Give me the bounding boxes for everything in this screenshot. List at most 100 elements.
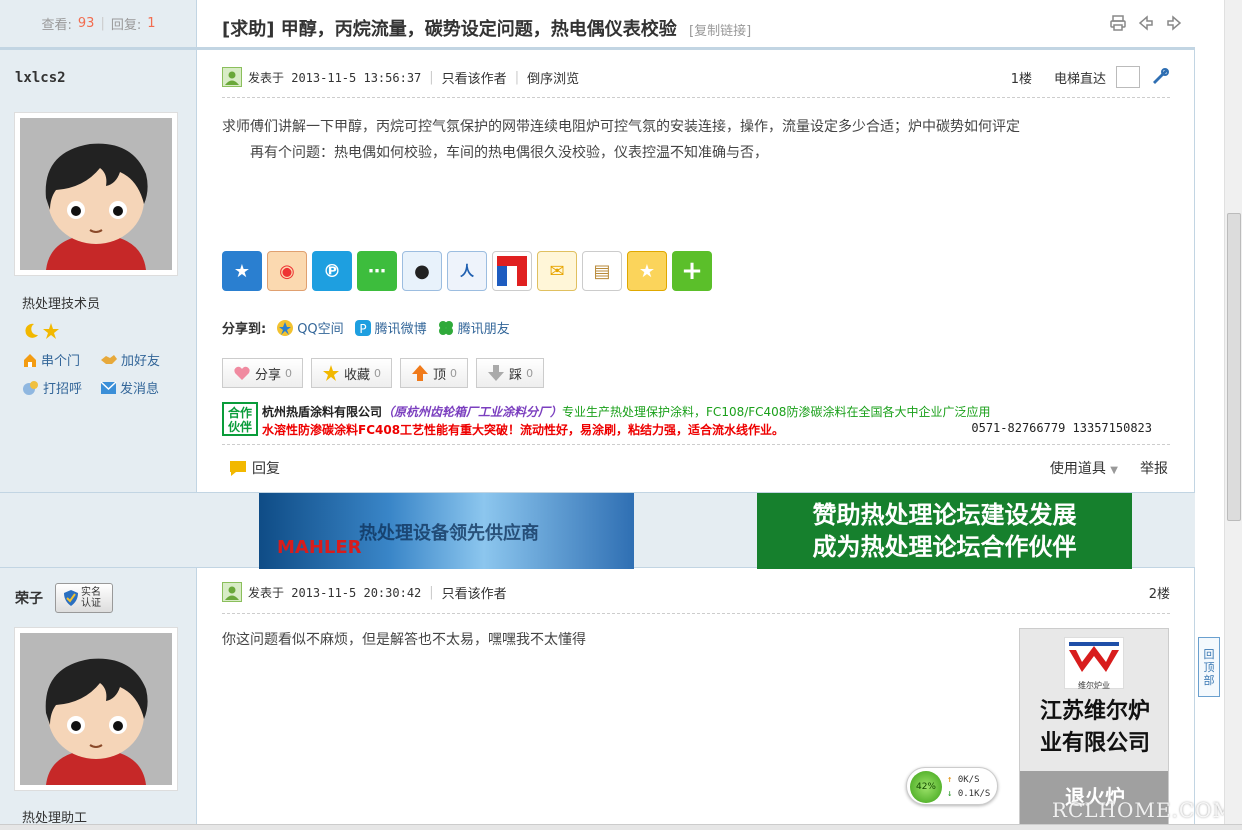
qq-icon[interactable]: ● bbox=[402, 251, 442, 291]
weier-company: 江苏维尔炉 业有限公司 bbox=[1020, 695, 1168, 759]
weier-company-line1: 江苏维尔炉 bbox=[1039, 698, 1150, 724]
post2-floor[interactable]: 2楼 bbox=[1149, 583, 1170, 602]
greet-link[interactable]: 打招呼 bbox=[22, 378, 82, 397]
partner-ad[interactable]: 合作伙伴 杭州热盾涂料有限公司（原杭州齿轮箱厂工业涂料分厂）专业生产热处理保护涂… bbox=[222, 402, 1167, 438]
downvote-button[interactable]: 踩 0 bbox=[476, 358, 545, 388]
tweibo-small-icon: P bbox=[354, 319, 371, 336]
post1-header-right: 1楼 电梯直达 bbox=[1011, 66, 1170, 88]
elevator-input[interactable] bbox=[1116, 66, 1140, 88]
upvote-count: 0 bbox=[450, 366, 458, 380]
ad-band: 热处理设备领先供应商 MAHLER 赞助热处理论坛建设发展 成为热处理论坛合作伙… bbox=[0, 492, 1195, 569]
share-tweibo-link[interactable]: P 腾讯微博 bbox=[354, 318, 427, 337]
reverse-order-link[interactable]: 倒序浏览 bbox=[527, 68, 579, 87]
upload-arrow-icon: ↑ bbox=[947, 775, 953, 785]
next-thread-icon[interactable] bbox=[1165, 14, 1183, 32]
partner-desc: 专业生产热处理保护涂料，FC108/FC408防渗碳涂料在全国各大中企业广泛应用 bbox=[562, 405, 991, 419]
friends-door-link[interactable]: 串个门 bbox=[22, 350, 80, 369]
handshake-icon bbox=[101, 354, 117, 364]
renren-icon[interactable]: 人 bbox=[447, 251, 487, 291]
svg-text:P: P bbox=[359, 322, 366, 336]
post1-floor[interactable]: 1楼 bbox=[1011, 68, 1032, 87]
share-count: 0 bbox=[285, 366, 293, 380]
thread-title: [求助] 甲醇，丙烷流量，碳势设定问题，热电偶仪表校验 [复制链接] bbox=[222, 15, 751, 41]
reply-link[interactable]: 回复 bbox=[228, 458, 280, 478]
site-watermark: RCLHOME.COM bbox=[1051, 798, 1234, 822]
favorite-count: 0 bbox=[374, 366, 382, 380]
divider: | bbox=[429, 69, 434, 85]
greet-icon bbox=[23, 380, 38, 395]
wrench-icon[interactable] bbox=[1150, 67, 1170, 87]
online-status-icon bbox=[222, 67, 242, 87]
favorite-button[interactable]: 收藏 0 bbox=[311, 358, 393, 388]
mahler-brand: MAHLER bbox=[277, 537, 362, 558]
send-message-label: 发消息 bbox=[120, 382, 160, 397]
chevron-down-icon: ▼ bbox=[1110, 465, 1118, 476]
partner-company: 杭州热盾涂料有限公司 bbox=[262, 405, 383, 419]
divider: | bbox=[514, 69, 520, 85]
thread-stats: 查看: 93 | 回复: 1 bbox=[0, 0, 197, 50]
kaixin-icon[interactable] bbox=[492, 251, 532, 291]
back-to-top-button[interactable]: 回顶部 bbox=[1198, 637, 1220, 697]
partner-badge: 合作伙伴 bbox=[222, 402, 258, 436]
report-link[interactable]: 举报 bbox=[1140, 458, 1168, 478]
upvote-button-label: 顶 bbox=[433, 367, 447, 383]
share-pengyou-label: 腾讯朋友 bbox=[457, 322, 510, 337]
elevator-label: 电梯直达 bbox=[1053, 71, 1106, 87]
clover-icon bbox=[438, 320, 453, 335]
star-icon bbox=[323, 365, 340, 381]
clipboard-icon[interactable]: ▤ bbox=[582, 251, 622, 291]
post1-header: 发表于 2013-11-5 13:56:37 | 只看该作者 | 倒序浏览 1楼… bbox=[222, 65, 1170, 89]
post2-header-divider bbox=[222, 613, 1170, 614]
speech-bubble-icon bbox=[230, 461, 246, 476]
thread-title-bar: [求助] 甲醇，丙烷流量，碳势设定问题，热电偶仪表校验 [复制链接] bbox=[197, 0, 1195, 50]
vertical-scrollbar[interactable] bbox=[1224, 0, 1242, 830]
sponsor-line1: 赞助热处理论坛建设发展 bbox=[812, 500, 1077, 529]
sina-weibo-icon[interactable]: ◉ bbox=[267, 251, 307, 291]
post1-avatar[interactable] bbox=[14, 112, 178, 276]
partner-phone: 0571-82766779 13357150823 bbox=[971, 421, 1152, 435]
arrow-up-icon bbox=[412, 365, 429, 381]
mahler-slogan: 热处理设备领先供应商 bbox=[359, 523, 539, 544]
add-friend-link[interactable]: 加好友 bbox=[100, 350, 160, 369]
qzone-icon[interactable]: ★ bbox=[222, 251, 262, 291]
envelope-icon bbox=[100, 380, 117, 394]
qzone-small-icon bbox=[277, 319, 294, 336]
previous-thread-icon[interactable] bbox=[1137, 14, 1155, 32]
copy-link-button[interactable]: [复制链接] bbox=[689, 24, 751, 39]
post1-author-name[interactable]: lxlcs2 bbox=[15, 70, 66, 86]
verified-badge[interactable]: 实名认证 bbox=[55, 583, 113, 613]
tencent-weibo-icon[interactable]: ℗ bbox=[312, 251, 352, 291]
more-share-plus-icon[interactable]: + bbox=[672, 251, 712, 291]
network-speed-widget[interactable]: 42% ↑ 0K/S ↓ 0.1K/S bbox=[906, 767, 998, 805]
wechat-icon[interactable]: ⋯ bbox=[357, 251, 397, 291]
downvote-button-label: 踩 bbox=[509, 367, 523, 383]
share-pengyou-link[interactable]: 腾讯朋友 bbox=[437, 318, 510, 337]
mahler-banner-ad[interactable]: 热处理设备领先供应商 MAHLER bbox=[259, 493, 634, 569]
upload-rate: 0K/S bbox=[957, 775, 980, 785]
upvote-button[interactable]: 顶 0 bbox=[400, 358, 469, 388]
use-tools-menu[interactable]: 使用道具 ▼ bbox=[1050, 458, 1118, 478]
post2-avatar[interactable] bbox=[14, 627, 178, 791]
post2-only-author-link[interactable]: 只看该作者 bbox=[442, 583, 507, 602]
post1-only-author-link[interactable]: 只看该作者 bbox=[442, 68, 507, 87]
verified-badge-label: 实名认证 bbox=[81, 587, 101, 609]
email-share-icon[interactable]: ✉ bbox=[537, 251, 577, 291]
views-label: 查看: bbox=[41, 18, 72, 33]
arrow-down-icon bbox=[488, 365, 505, 381]
post1-footer-right: 使用道具 ▼ 举报 bbox=[1050, 458, 1168, 478]
shield-icon bbox=[64, 590, 78, 606]
scrollbar-thumb[interactable] bbox=[1227, 213, 1241, 521]
download-arrow-icon: ↓ bbox=[947, 789, 953, 799]
print-icon[interactable] bbox=[1109, 14, 1127, 32]
network-rates: ↑ 0K/S ↓ 0.1K/S bbox=[947, 773, 990, 801]
post1-header-divider bbox=[222, 97, 1170, 98]
favorite-star-icon[interactable]: ★ bbox=[627, 251, 667, 291]
weier-company-line2: 业有限公司 bbox=[1039, 730, 1150, 756]
share-button[interactable]: 分享 0 bbox=[222, 358, 304, 388]
send-message-link[interactable]: 发消息 bbox=[100, 378, 159, 397]
post2-author-name[interactable]: 荣子 bbox=[15, 588, 43, 608]
share-qzone-link[interactable]: QQ空间 bbox=[276, 318, 344, 337]
house-icon bbox=[24, 353, 36, 367]
sponsor-banner-ad[interactable]: 赞助热处理论坛建设发展 成为热处理论坛合作伙伴 bbox=[757, 493, 1132, 569]
horizontal-scrollbar[interactable] bbox=[0, 824, 1242, 830]
